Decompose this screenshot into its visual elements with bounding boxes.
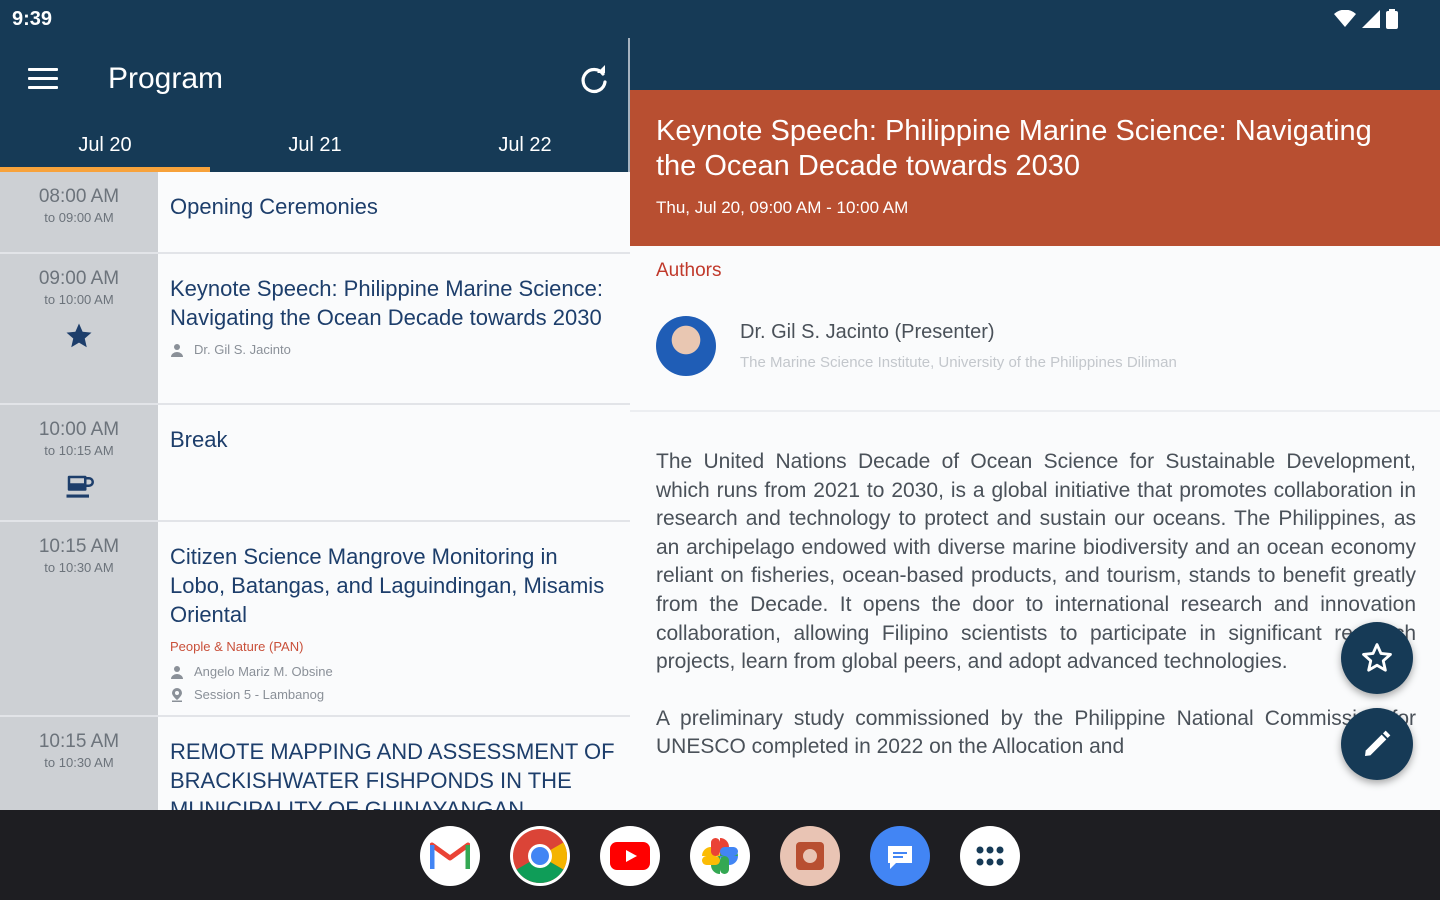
session-start-time: 09:00 AM	[38, 268, 120, 289]
menu-icon[interactable]	[28, 68, 58, 92]
session-item[interactable]: 10:15 AM to 10:30 AM REMOTE MAPPING AND …	[0, 717, 630, 810]
session-time: 10:00 AM to 10:15 AM	[0, 405, 158, 520]
session-author-name: Dr. Gil S. Jacinto	[194, 342, 291, 357]
session-end-time: to 10:00 AM	[44, 292, 114, 307]
session-track: People & Nature (PAN)	[170, 639, 304, 654]
session-info: Citizen Science Mangrove Monitoring in L…	[158, 522, 630, 715]
session-start-time: 10:15 AM	[38, 731, 120, 752]
session-author-name: Angelo Mariz M. Obsine	[194, 664, 333, 679]
session-start-time: 10:00 AM	[38, 419, 120, 440]
session-info: Keynote Speech: Philippine Marine Scienc…	[158, 254, 630, 403]
person-icon	[171, 343, 183, 357]
session-location-name: Session 5 - Lambanog	[194, 687, 325, 702]
session-location: Session 5 - Lambanog	[170, 687, 618, 702]
signal-icon	[1362, 10, 1380, 28]
youtube-icon[interactable]	[600, 826, 660, 886]
tab-jul-20[interactable]: Jul 20	[0, 124, 210, 172]
favorite-badge	[0, 321, 158, 351]
tab-jul-21[interactable]: Jul 21	[210, 124, 420, 172]
session-author: Angelo Mariz M. Obsine	[170, 664, 618, 679]
chrome-icon[interactable]	[510, 826, 570, 886]
author-name: Dr. Gil S. Jacinto (Presenter)	[740, 321, 995, 343]
location-pin-icon	[172, 687, 182, 702]
abstract: The United Nations Decade of Ocean Scien…	[656, 448, 1416, 762]
break-badge	[0, 472, 158, 502]
refresh-icon[interactable]	[578, 64, 610, 96]
session-start-time: 10:15 AM	[38, 536, 120, 557]
star-icon	[66, 323, 92, 348]
session-detail-pane: Keynote Speech: Philippine Marine Scienc…	[630, 38, 1440, 810]
edit-button[interactable]	[1341, 708, 1413, 780]
session-title: Citizen Science Mangrove Monitoring in L…	[170, 544, 605, 627]
coffee-icon	[66, 475, 94, 498]
session-time: 08:00 AM to 09:00 AM	[0, 172, 158, 252]
date-tabs: Jul 20 Jul 21 Jul 22	[0, 124, 630, 172]
divider	[630, 410, 1440, 412]
session-item[interactable]: 09:00 AM to 10:00 AM Keynote Speech: Phi…	[0, 254, 630, 405]
session-end-time: to 09:00 AM	[44, 210, 114, 225]
person-icon	[171, 665, 183, 679]
app-title: Program	[108, 62, 224, 95]
pencil-icon	[1365, 730, 1391, 756]
session-info: REMOTE MAPPING AND ASSESSMENT OF BRACKIS…	[158, 717, 630, 810]
program-pane: Program Jul 20 Jul 21 Jul 22 08:00 AM to…	[0, 38, 630, 810]
app-bar: Program Jul 20 Jul 21 Jul 22	[0, 38, 630, 172]
session-end-time: to 10:30 AM	[44, 560, 114, 575]
star-outline-icon	[1362, 643, 1392, 672]
detail-time: Thu, Jul 20, 09:00 AM - 10:00 AM	[656, 198, 909, 217]
session-title: Break	[170, 427, 228, 452]
status-bar: 9:39	[0, 0, 1440, 38]
session-title: Opening Ceremonies	[170, 194, 378, 219]
session-item[interactable]: 10:00 AM to 10:15 AM Break	[0, 405, 630, 522]
session-end-time: to 10:15 AM	[44, 443, 114, 458]
session-title: REMOTE MAPPING AND ASSESSMENT OF BRACKIS…	[170, 739, 615, 810]
session-info: Opening Ceremonies	[158, 172, 630, 252]
photos-icon[interactable]	[690, 826, 750, 886]
session-time: 10:15 AM to 10:30 AM	[0, 522, 158, 715]
camera-app-icon[interactable]	[780, 826, 840, 886]
status-time: 9:39	[12, 8, 53, 30]
session-time: 09:00 AM to 10:00 AM	[0, 254, 158, 403]
favorite-button[interactable]	[1341, 622, 1413, 694]
abstract-paragraph: A preliminary study commissioned by the …	[656, 706, 1416, 759]
taskbar	[0, 810, 1440, 900]
status-icons	[1334, 9, 1398, 29]
dock-apps	[420, 826, 1020, 886]
detail-title: Keynote Speech: Philippine Marine Scienc…	[656, 115, 1372, 182]
author-text: Dr. Gil S. Jacinto (Presenter) The Marin…	[740, 321, 1177, 371]
session-item[interactable]: 08:00 AM to 09:00 AM Opening Ceremonies	[0, 172, 630, 254]
session-author: Dr. Gil S. Jacinto	[170, 342, 618, 357]
abstract-paragraph: The United Nations Decade of Ocean Scien…	[656, 450, 1416, 674]
app-drawer-icon[interactable]	[960, 826, 1020, 886]
author-affiliation: The Marine Science Institute, University…	[740, 354, 1177, 371]
avatar	[656, 316, 716, 376]
session-list: 08:00 AM to 09:00 AM Opening Ceremonies …	[0, 172, 630, 810]
session-info: Break	[158, 405, 630, 520]
session-start-time: 08:00 AM	[38, 186, 120, 207]
tab-jul-22[interactable]: Jul 22	[420, 124, 630, 172]
session-end-time: to 10:30 AM	[44, 755, 114, 770]
session-time: 10:15 AM to 10:30 AM	[0, 717, 158, 810]
wifi-icon	[1334, 10, 1356, 27]
session-item[interactable]: 10:15 AM to 10:30 AM Citizen Science Man…	[0, 522, 630, 717]
battery-icon	[1386, 9, 1398, 29]
gmail-icon[interactable]	[420, 826, 480, 886]
author-row[interactable]: Dr. Gil S. Jacinto (Presenter) The Marin…	[656, 316, 1416, 376]
detail-header: Keynote Speech: Philippine Marine Scienc…	[630, 90, 1440, 246]
messages-icon[interactable]	[870, 826, 930, 886]
detail-app-bar	[630, 38, 1440, 90]
authors-label: Authors	[656, 260, 722, 281]
session-title: Keynote Speech: Philippine Marine Scienc…	[170, 276, 603, 330]
